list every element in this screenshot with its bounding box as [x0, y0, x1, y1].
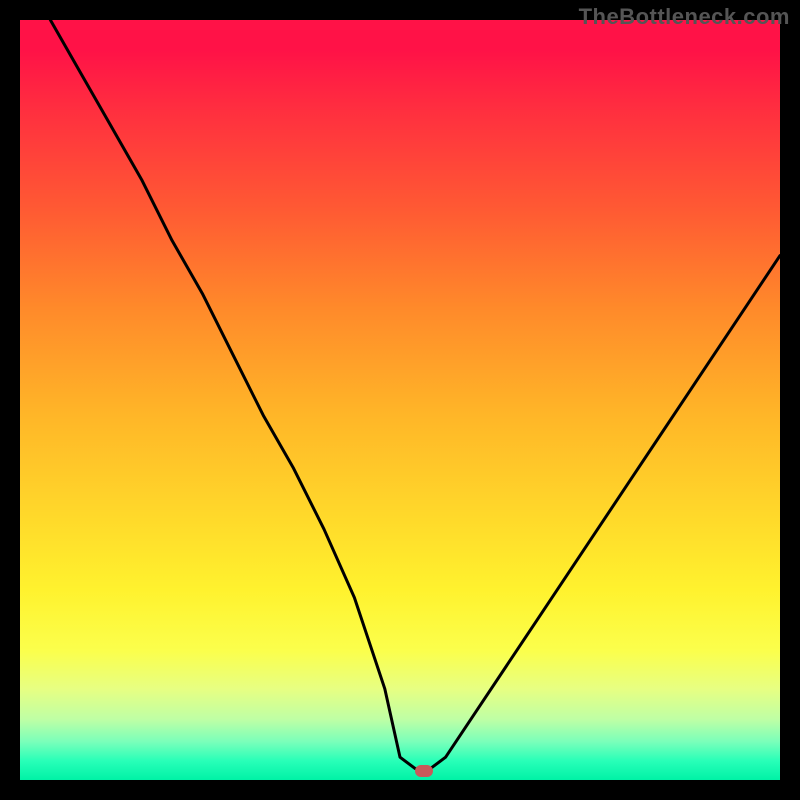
chart-frame: TheBottleneck.com: [0, 0, 800, 800]
watermark-text: TheBottleneck.com: [579, 4, 790, 30]
optimum-marker: [415, 765, 433, 777]
plot-area: [20, 20, 780, 780]
bottleneck-curve: [20, 20, 780, 780]
curve-path: [50, 20, 780, 769]
